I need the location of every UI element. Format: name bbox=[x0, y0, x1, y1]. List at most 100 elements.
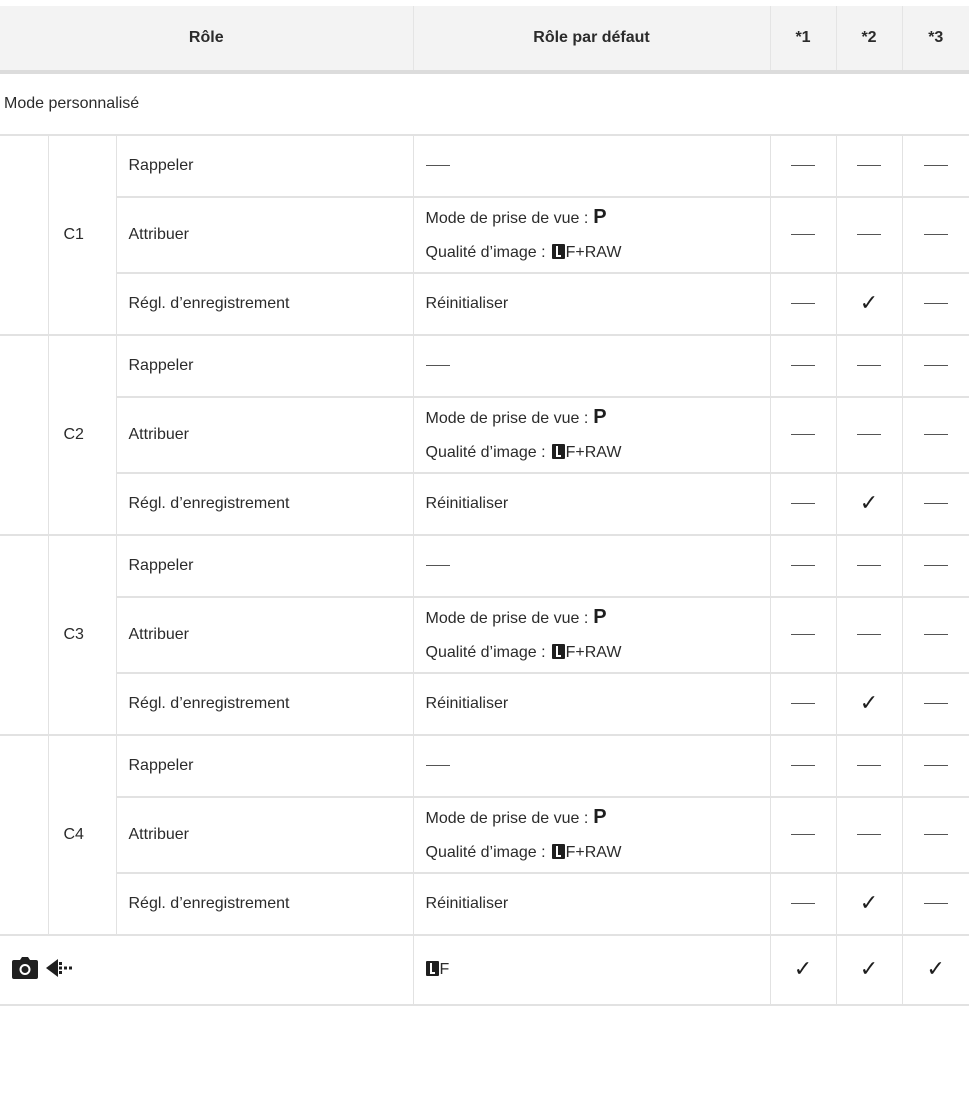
dash-icon bbox=[791, 703, 816, 705]
default-cell: Réinitialiser bbox=[412, 873, 771, 936]
dash-icon bbox=[791, 165, 816, 167]
indent-cell bbox=[0, 335, 48, 536]
default-line-2: Qualité d’image : F+RAW bbox=[426, 436, 770, 470]
mark-cell bbox=[769, 873, 837, 936]
check-icon: ✓ bbox=[859, 891, 879, 916]
table-row: Régl. d’enregistrement Réinitialiser ✓ bbox=[0, 473, 969, 536]
table-row: C2 Rappeler bbox=[0, 335, 969, 536]
footer-default-cell: F bbox=[412, 935, 771, 1006]
mark-cell: ✓ bbox=[835, 873, 903, 936]
header-m2: *2 bbox=[835, 6, 903, 74]
mark-cell: ✓ bbox=[769, 935, 837, 1006]
large-quality-icon bbox=[551, 644, 565, 659]
mark-cell bbox=[901, 335, 969, 398]
default-line-2: Qualité d’image : F+RAW bbox=[426, 636, 770, 670]
role-cell: Rappeler bbox=[115, 735, 414, 798]
dash-icon bbox=[923, 765, 948, 767]
mark-cell bbox=[901, 797, 969, 874]
role-cell: Rappeler bbox=[115, 135, 414, 198]
role-cell: Régl. d’enregistrement bbox=[115, 473, 414, 536]
default-line-1: Mode de prise de vue :P bbox=[426, 800, 770, 836]
default-cell bbox=[412, 335, 771, 398]
mark-cell bbox=[901, 273, 969, 336]
program-mode-value: P bbox=[593, 606, 607, 628]
image-quality-label: Qualité d’image : bbox=[425, 844, 546, 861]
dash-icon bbox=[791, 765, 816, 767]
table-row: C1 Rappeler bbox=[0, 135, 969, 336]
check-icon: ✓ bbox=[926, 957, 945, 982]
default-line-2: Qualité d’image : F+RAW bbox=[426, 236, 770, 270]
page: Rôle Rôle par défaut *1 *2 *3 Mode perso… bbox=[0, 0, 969, 1117]
dash-icon bbox=[791, 503, 816, 505]
table-row: Attribuer Mode de prise de vue : P Qualité … bbox=[0, 397, 969, 474]
dash-icon bbox=[791, 365, 816, 367]
default-cell: Mode de prise de vue : P Qualité d’image :… bbox=[412, 797, 771, 874]
check-icon: ✓ bbox=[859, 491, 879, 516]
table-header: Rôle Rôle par défaut *1 *2 *3 bbox=[0, 6, 969, 74]
dash-icon bbox=[791, 234, 816, 236]
mark-cell bbox=[901, 735, 969, 798]
image-quality-value: F+RAW bbox=[565, 644, 622, 661]
group-label: C3 bbox=[47, 535, 116, 736]
table-row: Régl. d’enregistrement Réinitialiser ✓ bbox=[0, 273, 969, 336]
header-m3: *3 bbox=[901, 6, 969, 74]
default-cell bbox=[412, 535, 771, 598]
role-cell: Attribuer bbox=[115, 397, 414, 474]
mark-cell: ✓ bbox=[835, 473, 903, 536]
mark-cell bbox=[769, 197, 837, 274]
default-cell: Réinitialiser bbox=[412, 273, 771, 336]
mark-cell bbox=[835, 735, 903, 798]
mark-cell bbox=[901, 197, 969, 274]
dash-icon bbox=[791, 434, 816, 436]
image-quality-value: F+RAW bbox=[565, 444, 622, 461]
mark-cell bbox=[769, 397, 837, 474]
table-row: Attribuer Mode de prise de vue : P Qualité … bbox=[0, 797, 969, 874]
dash-icon bbox=[923, 565, 948, 567]
dash-icon bbox=[923, 634, 948, 636]
large-quality-icon bbox=[425, 961, 439, 976]
dash-icon bbox=[923, 303, 948, 305]
header-role: Rôle bbox=[0, 6, 414, 74]
check-icon: ✓ bbox=[859, 957, 879, 982]
mark-cell bbox=[901, 473, 969, 536]
table-body: Mode personnalisé C1 Rappeler Attribuer Mod… bbox=[0, 72, 969, 1006]
dash-icon bbox=[857, 765, 882, 767]
dash-icon bbox=[857, 634, 882, 636]
mark-cell bbox=[835, 535, 903, 598]
dash-icon bbox=[857, 434, 882, 436]
image-quality-value: F+RAW bbox=[565, 244, 622, 261]
table-row: C4 Rappeler bbox=[0, 735, 969, 936]
dash-icon bbox=[425, 365, 450, 367]
default-cell: Mode de prise de vue : P Qualité d’image :… bbox=[412, 397, 771, 474]
dash-icon bbox=[791, 834, 816, 836]
table-row: Attribuer Mode de prise de vue : P Qualité … bbox=[0, 197, 969, 274]
role-table: Rôle Rôle par défaut *1 *2 *3 Mode perso… bbox=[0, 6, 969, 1006]
dash-icon bbox=[791, 303, 816, 305]
role-cell: Rappeler bbox=[115, 335, 414, 398]
role-cell: Attribuer bbox=[115, 597, 414, 674]
program-mode-value: P bbox=[593, 806, 607, 828]
default-cell: Réinitialiser bbox=[412, 473, 771, 536]
role-cell: Attribuer bbox=[115, 197, 414, 274]
mark-cell bbox=[901, 597, 969, 674]
image-quality-value: F+RAW bbox=[565, 844, 622, 861]
table-row: Régl. d’enregistrement Réinitialiser ✓ bbox=[0, 673, 969, 736]
mark-cell bbox=[901, 673, 969, 736]
check-icon: ✓ bbox=[859, 291, 879, 316]
image-quality-label: Qualité d’image : bbox=[425, 444, 546, 461]
table-row: Attribuer Mode de prise de vue : P Qualité … bbox=[0, 597, 969, 674]
dash-icon bbox=[923, 903, 948, 905]
group-label: C2 bbox=[47, 335, 116, 536]
default-line-2: Qualité d’image : F+RAW bbox=[426, 836, 770, 870]
mark-cell bbox=[901, 535, 969, 598]
drive-mode-icon bbox=[46, 957, 76, 984]
mark-cell bbox=[835, 197, 903, 274]
table-row: C3 Rappeler bbox=[0, 535, 969, 736]
dash-icon bbox=[425, 165, 450, 167]
mark-cell: ✓ bbox=[835, 273, 903, 336]
default-line-1: Mode de prise de vue :P bbox=[426, 600, 770, 636]
group-label: C1 bbox=[47, 135, 116, 336]
mark-cell bbox=[901, 397, 969, 474]
indent-cell bbox=[0, 535, 48, 736]
mark-cell bbox=[769, 535, 837, 598]
